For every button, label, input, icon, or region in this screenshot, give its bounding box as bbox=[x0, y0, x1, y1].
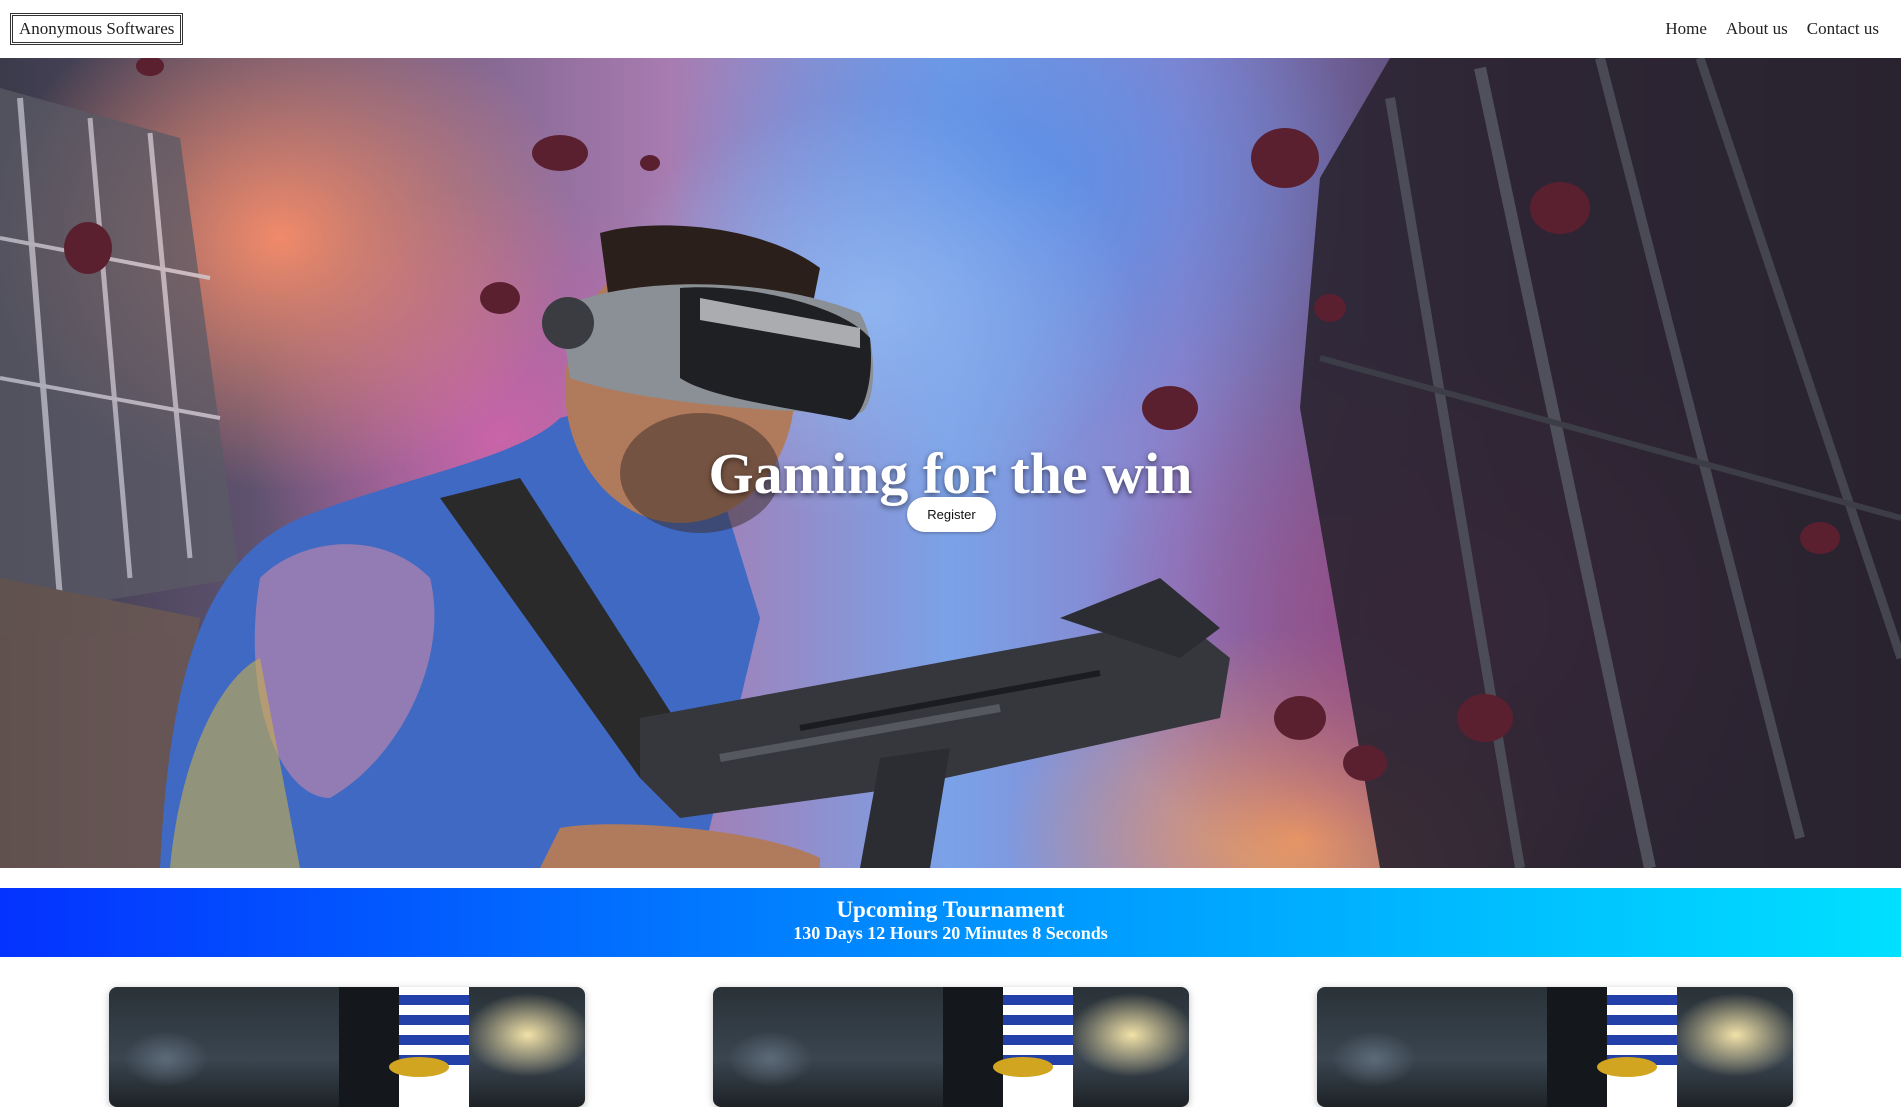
brand-logo[interactable]: Anonymous Softwares bbox=[10, 13, 184, 45]
card-image bbox=[943, 987, 1073, 1107]
tournament-countdown: 130 Days 12 Hours 20 Minutes 8 Seconds bbox=[793, 923, 1108, 943]
tournament-card[interactable] bbox=[109, 987, 585, 1107]
hero-title: Gaming for the win bbox=[708, 440, 1193, 506]
register-button[interactable]: Register bbox=[907, 497, 996, 532]
hero-section: Gaming for the win Register bbox=[0, 58, 1901, 868]
nav-links: Home About us Contact us bbox=[1665, 19, 1879, 39]
nav-home-link[interactable]: Home bbox=[1665, 19, 1707, 39]
nav-contact-link[interactable]: Contact us bbox=[1807, 19, 1879, 39]
tournament-title: Upcoming Tournament bbox=[836, 897, 1065, 922]
tournament-card[interactable] bbox=[713, 987, 1189, 1107]
nav-about-link[interactable]: About us bbox=[1726, 19, 1788, 39]
navbar: Anonymous Softwares Home About us Contac… bbox=[0, 0, 1901, 58]
tournament-card[interactable] bbox=[1317, 987, 1793, 1107]
tournament-banner: Upcoming Tournament 130 Days 12 Hours 20… bbox=[0, 888, 1901, 957]
tournament-cards bbox=[0, 987, 1901, 1107]
card-image bbox=[339, 987, 469, 1107]
card-image bbox=[1547, 987, 1677, 1107]
hand-illustration bbox=[540, 824, 820, 868]
